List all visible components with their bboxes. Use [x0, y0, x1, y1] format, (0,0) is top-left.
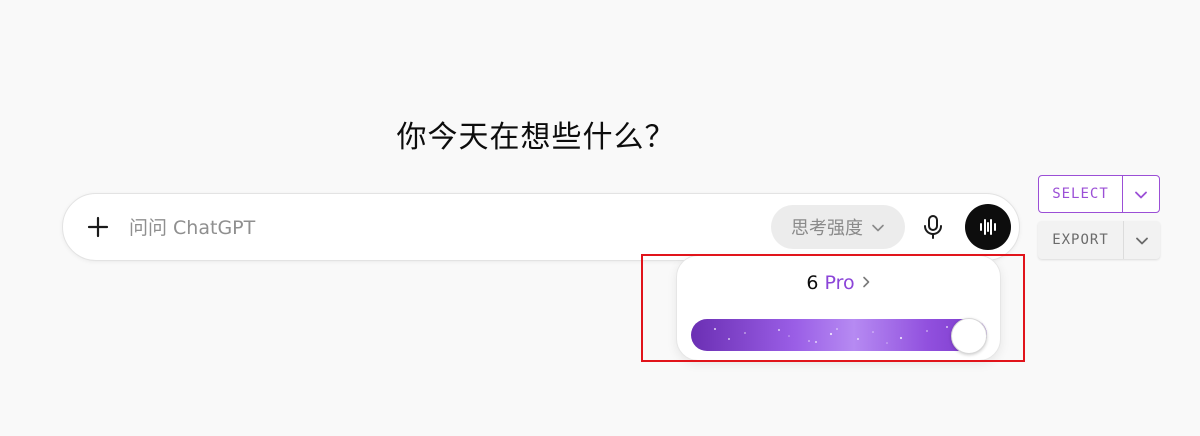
microphone-icon[interactable]	[915, 209, 951, 245]
sparkle-dots	[714, 326, 948, 344]
plus-icon[interactable]	[83, 212, 113, 242]
model-selector[interactable]: 6 Pro	[677, 272, 1000, 294]
chevron-down-icon	[1134, 185, 1148, 204]
model-effort-popover: 6 Pro	[676, 255, 1001, 361]
effort-slider-thumb[interactable]	[951, 318, 987, 354]
export-button-group: EXPORT	[1038, 221, 1160, 259]
export-dropdown-button[interactable]	[1123, 221, 1160, 259]
model-tier: Pro	[824, 272, 855, 294]
chevron-down-icon	[871, 217, 885, 238]
select-dropdown-button[interactable]	[1122, 176, 1159, 212]
page-headline: 你今天在想些什么？	[396, 120, 676, 155]
thinking-effort-button[interactable]: 思考强度	[771, 205, 905, 249]
thinking-effort-label: 思考强度	[791, 218, 863, 239]
voice-waveform-icon[interactable]	[965, 204, 1011, 250]
chat-home-page: 你今天在想些什么？ 思考强度	[0, 0, 1200, 436]
select-button-group: SELECT	[1038, 175, 1160, 213]
prompt-composer: 思考强度	[62, 193, 1020, 261]
model-number: 6	[806, 272, 819, 294]
select-button[interactable]: SELECT	[1039, 176, 1122, 212]
prompt-input[interactable]	[127, 210, 751, 246]
effort-slider-track[interactable]	[691, 319, 987, 351]
export-button[interactable]: EXPORT	[1038, 221, 1123, 259]
chevron-down-icon	[1135, 231, 1149, 250]
chevron-right-icon	[861, 272, 871, 294]
